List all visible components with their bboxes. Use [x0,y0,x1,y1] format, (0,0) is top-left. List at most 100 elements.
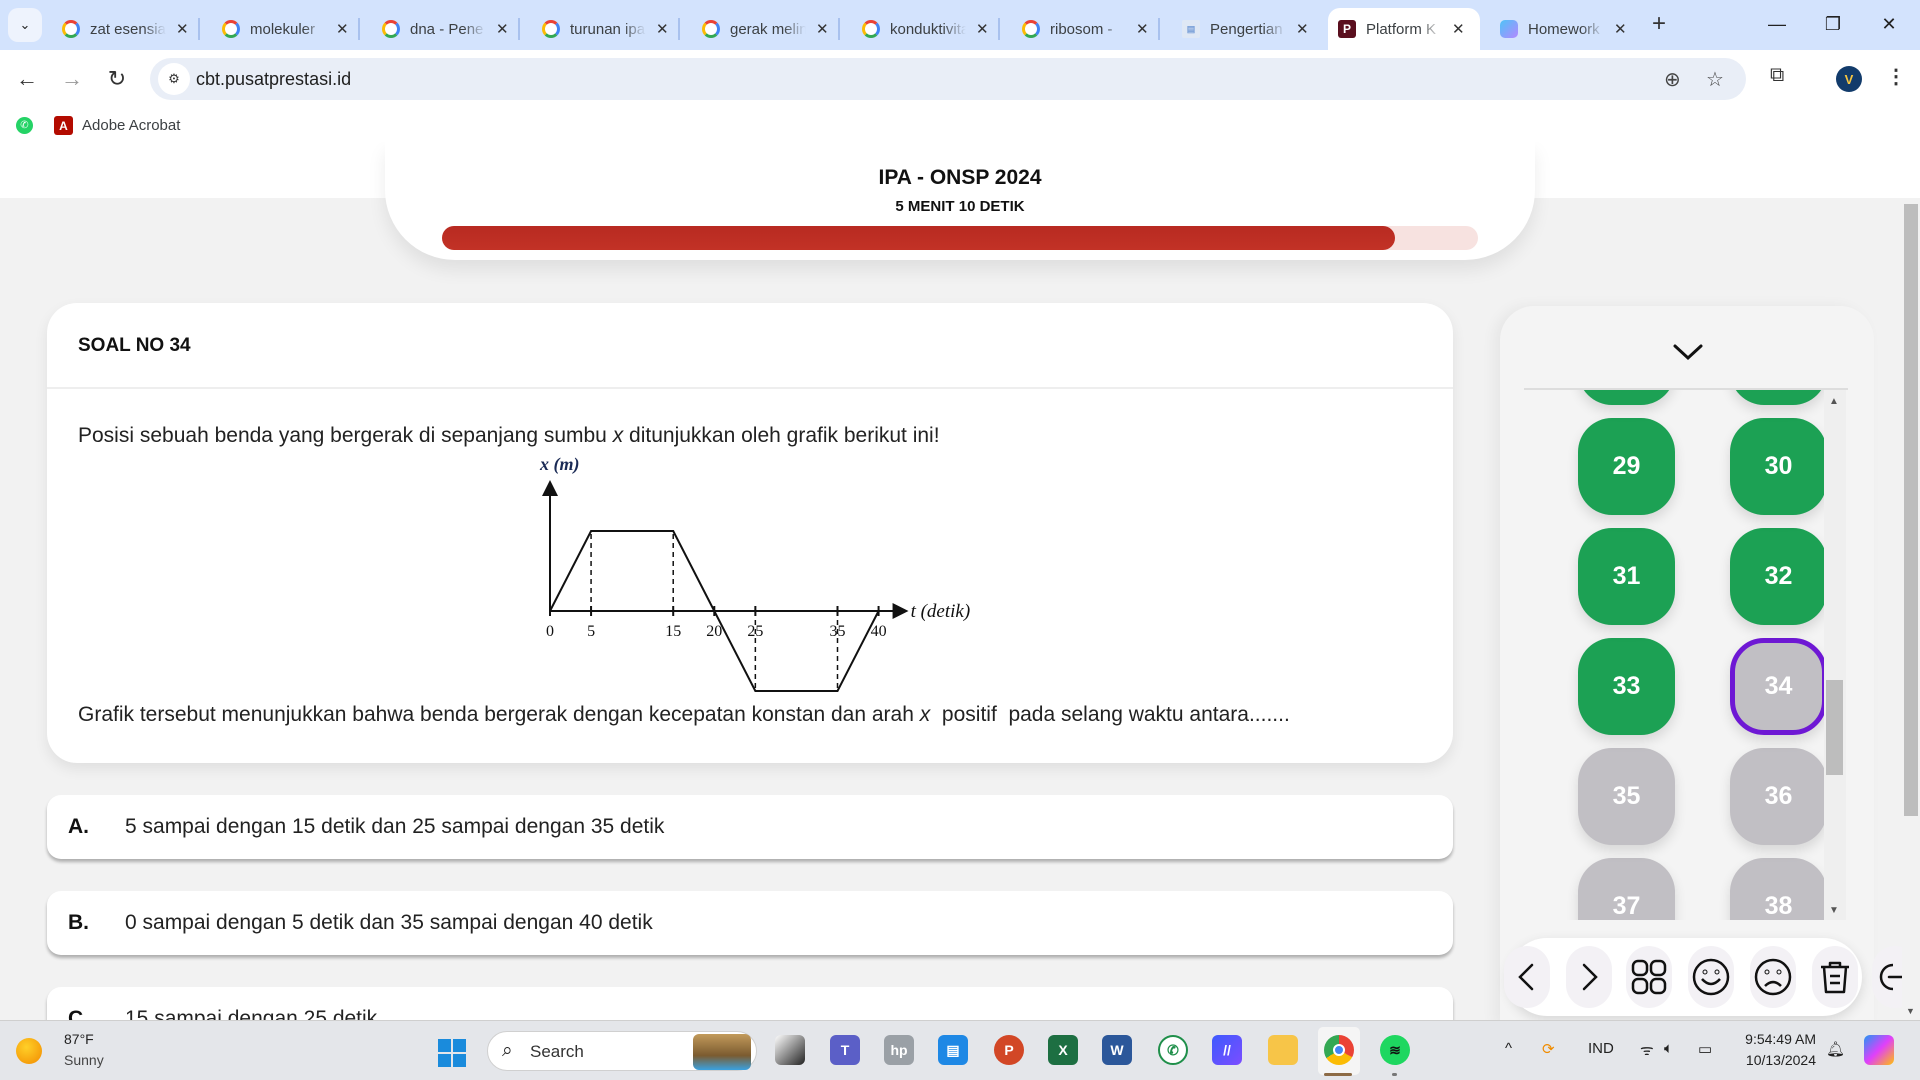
close-icon[interactable]: ✕ [336,20,349,38]
question-button-38[interactable]: 38 [1730,858,1827,920]
option-c[interactable]: C. 15 sampai dengan 25 detik [47,987,1453,1020]
bell-icon[interactable]: 🔔︎ [1826,1040,1845,1058]
tab[interactable]: konduktivitas ✕ [852,8,1000,50]
excel-icon[interactable]: X [1048,1035,1078,1065]
tab-search-button[interactable]: ⌄ [8,8,42,42]
close-icon[interactable]: ✕ [1614,20,1627,38]
confident-button[interactable] [1688,946,1734,1008]
weather-temperature[interactable]: 87°F [64,1031,94,1047]
close-icon[interactable]: ✕ [976,20,989,38]
clock-date[interactable]: 10/13/2024 [1736,1052,1816,1068]
scroll-down-icon[interactable]: ▼ [1906,1006,1915,1016]
powerpoint-icon[interactable]: P [994,1035,1024,1065]
hp-icon[interactable]: hp [884,1035,914,1065]
option-b[interactable]: B. 0 sampai dengan 5 detik dan 35 sampai… [47,891,1453,955]
question-button-29[interactable]: 29 [1578,418,1675,515]
back-button[interactable]: ← [10,62,44,96]
forward-button[interactable]: → [55,62,89,96]
question-button-32[interactable]: 32 [1730,528,1827,625]
teams-icon[interactable]: T [830,1035,860,1065]
restore-button[interactable]: ❐ [1810,8,1856,40]
language-indicator[interactable]: IND [1588,1040,1614,1057]
bookmark-adobe-acrobat[interactable]: Adobe Acrobat [82,117,180,134]
menu-icon[interactable]: ⋮ [1886,64,1906,89]
close-icon[interactable]: ✕ [496,20,509,38]
reload-button[interactable]: ↻ [100,62,134,96]
close-window-button[interactable]: ✕ [1866,8,1912,40]
search-highlight-image [693,1034,751,1070]
tab[interactable]: zat esensial ✕ [52,8,200,50]
x-tick-label: 5 [587,623,595,640]
tab[interactable]: ribosom - ✕ [1012,8,1160,50]
arrow-left-icon: ← [16,66,38,91]
scrollbar-thumb[interactable] [1904,204,1918,816]
chevron-up-icon[interactable]: ^ [1505,1040,1512,1057]
chevron-down-icon[interactable] [1670,334,1706,370]
tab[interactable]: turunan ipa ✕ [532,8,680,50]
tab[interactable]: dna - Pene ✕ [372,8,520,50]
new-tab-button[interactable]: + [1652,10,1666,38]
doubtful-button[interactable] [1750,946,1796,1008]
chrome-icon[interactable] [1324,1035,1354,1065]
minimize-button[interactable]: — [1754,8,1800,40]
scroll-up-icon[interactable]: ▲ [1829,396,1839,407]
previous-button[interactable] [1504,946,1550,1008]
tab[interactable]: molekuler ✕ [212,8,360,50]
clear-answer-button[interactable] [1812,946,1858,1008]
grid-button[interactable] [1626,946,1672,1008]
profile-avatar[interactable]: V [1836,66,1862,92]
next-button[interactable] [1566,946,1612,1008]
sun-icon[interactable] [16,1038,42,1064]
clock-time[interactable]: 9:54:49 AM [1740,1031,1816,1047]
address-bar[interactable]: ⚙ cbt.pusatprestasi.id ⊕ ☆ [150,58,1746,100]
question-button-30[interactable]: 30 [1730,418,1827,515]
option-a[interactable]: A. 5 sampai dengan 15 detik dan 25 sampa… [47,795,1453,859]
google-icon [1022,20,1040,38]
question-button-37[interactable]: 37 [1578,858,1675,920]
tab[interactable]: Homework ✕ [1490,8,1637,50]
tab[interactable]: gerak melingkar ✕ [692,8,840,50]
task-view-icon[interactable] [775,1035,805,1065]
scroll-down-icon[interactable]: ▼ [1829,905,1839,916]
question-button-28[interactable]: 28 [1730,390,1827,405]
whatsapp-icon[interactable]: ✆ [16,117,33,134]
copilot-icon[interactable] [1864,1035,1894,1065]
volume-icon[interactable]: 🔈︎ [1664,1040,1673,1057]
zoom-icon[interactable]: ⊕ [1664,67,1681,92]
wifi-icon[interactable]: ᯤ [1640,1040,1654,1060]
spotify-running-indicator [1392,1073,1397,1076]
extensions-icon[interactable]: ⧉ [1770,64,1784,87]
close-icon[interactable]: ✕ [656,20,669,38]
question-button-33[interactable]: 33 [1578,638,1675,735]
close-icon[interactable]: ✕ [1452,20,1465,38]
question-button-27[interactable]: 27 [1578,390,1675,405]
question-button-34[interactable]: 34 [1730,638,1827,735]
close-icon[interactable]: ✕ [1296,20,1309,38]
weather-condition[interactable]: Sunny [64,1052,104,1068]
navigator-scrollbar[interactable]: ▲ ▼ [1824,390,1846,920]
page-scrollbar[interactable]: ▼ [1902,198,1920,1020]
close-icon[interactable]: ✕ [816,20,829,38]
spotify-icon[interactable]: ≋ [1380,1035,1410,1065]
file-explorer-icon[interactable] [1268,1035,1298,1065]
whatsapp-icon[interactable]: ✆ [1158,1035,1188,1065]
hp-smart-icon[interactable]: ▤ [938,1035,968,1065]
url-text[interactable]: cbt.pusatprestasi.id [196,69,351,90]
site-settings-icon[interactable]: ⚙ [158,63,190,95]
battery-icon[interactable]: ▭ [1698,1040,1712,1058]
sync-icon[interactable]: ⟳ [1542,1040,1555,1058]
taskbar-search[interactable]: ⌕ Search [487,1031,757,1071]
scrollbar-thumb[interactable] [1826,680,1843,775]
close-icon[interactable]: ✕ [1136,20,1149,38]
tab-active[interactable]: P Platform K ✕ [1328,8,1480,50]
question-button-35[interactable]: 35 [1578,748,1675,845]
close-icon[interactable]: ✕ [176,20,189,38]
action-bar [1504,938,1918,1016]
tab[interactable]: ▤ Pengertian ✕ [1172,8,1319,50]
word-icon[interactable]: W [1102,1035,1132,1065]
star-icon[interactable]: ☆ [1706,67,1724,92]
question-button-36[interactable]: 36 [1730,748,1827,845]
question-button-31[interactable]: 31 [1578,528,1675,625]
app-icon[interactable]: // [1212,1035,1242,1065]
start-button[interactable] [438,1039,466,1067]
